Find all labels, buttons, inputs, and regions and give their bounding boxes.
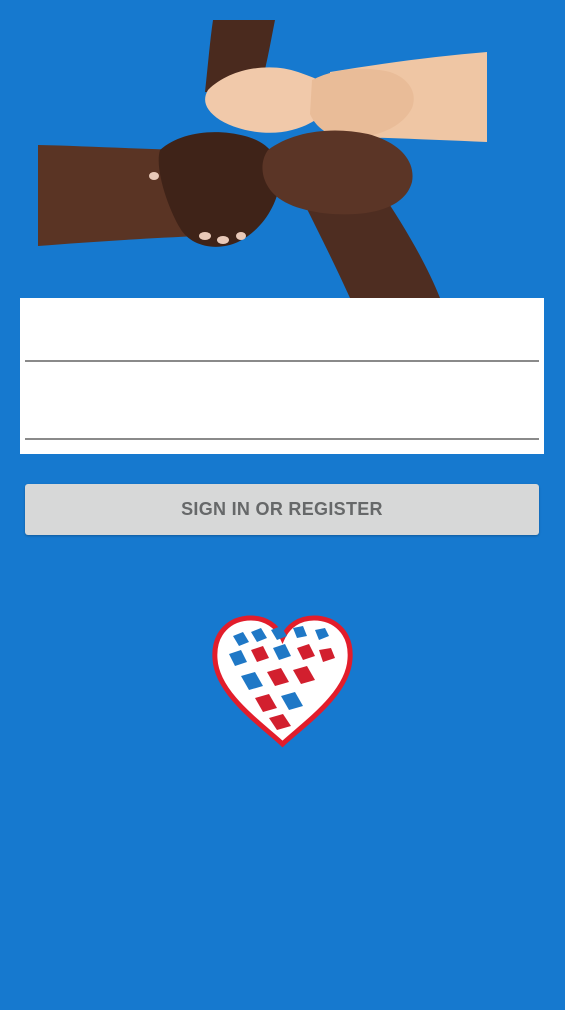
heart-logo-icon — [211, 614, 354, 748]
username-field[interactable] — [25, 298, 539, 362]
hand-dark-right — [262, 130, 413, 215]
sign-in-or-register-button[interactable]: SIGN IN OR REGISTER — [25, 484, 539, 535]
hero-hands-image — [30, 0, 500, 298]
password-field[interactable] — [25, 376, 539, 440]
login-form-card — [20, 298, 544, 454]
